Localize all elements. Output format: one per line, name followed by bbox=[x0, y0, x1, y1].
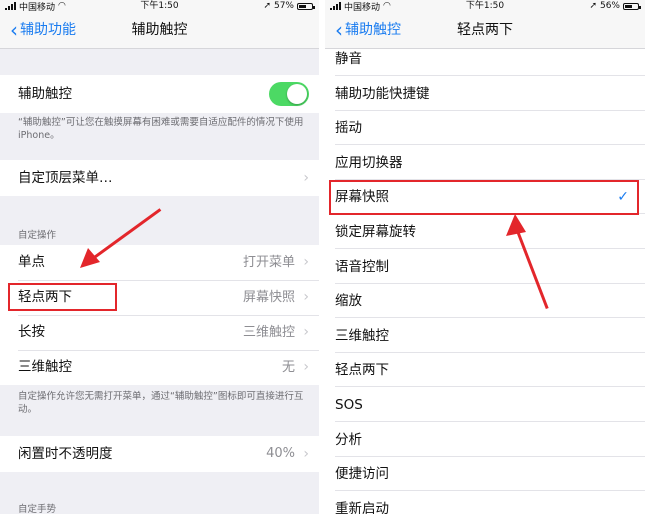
option-label: 轻点两下 bbox=[335, 362, 389, 379]
option-label: 辅助功能快捷键 bbox=[335, 85, 430, 102]
chevron-right-icon: › bbox=[303, 289, 309, 305]
option-row[interactable]: 辅助功能快捷键 bbox=[325, 77, 645, 111]
action-label: 长按 bbox=[18, 324, 45, 340]
option-label: 便捷访问 bbox=[335, 466, 389, 483]
option-label: 缩放 bbox=[335, 293, 362, 310]
option-label: 静音 bbox=[335, 51, 362, 67]
option-row[interactable]: 静音 bbox=[325, 42, 645, 76]
action-value: 屏幕快照 bbox=[242, 290, 295, 305]
left-screen: 中国移动 ◠ 下午1:50 ➚ 57% ‹ 辅助功能 辅助触控 辅助触控 “辅助… bbox=[0, 0, 319, 514]
custom-actions-header: 自定操作 bbox=[18, 230, 57, 241]
option-row[interactable]: 应用切换器 bbox=[325, 146, 645, 180]
action-row-long-press[interactable]: 长按 三维触控 › bbox=[0, 315, 319, 350]
location-icon: ➚ bbox=[263, 1, 271, 11]
custom-top-menu-row[interactable]: 自定顶层菜单… › bbox=[0, 160, 319, 196]
battery-percent: 56% bbox=[599, 1, 620, 11]
option-label: 锁定屏幕旋转 bbox=[335, 224, 416, 240]
option-row[interactable]: 缩放 bbox=[325, 284, 645, 319]
chevron-right-icon: › bbox=[303, 359, 309, 375]
action-row-single-tap[interactable]: 单点 打开菜单 › bbox=[0, 245, 319, 280]
assistive-touch-row: 辅助触控 bbox=[0, 75, 319, 113]
highlight-box bbox=[329, 180, 639, 215]
option-label: 重新启动 bbox=[335, 500, 389, 514]
right-screen: 中国移动 ◠ 下午1:50 ➚ 56% ‹ 辅助触控 轻点两下 静音 辅助功能快捷… bbox=[325, 0, 645, 514]
chevron-right-icon: › bbox=[303, 324, 309, 340]
battery-icon bbox=[297, 2, 315, 10]
action-row-3d-touch[interactable]: 三维触控 无 › bbox=[0, 350, 319, 385]
assistive-touch-footer: “辅助触控”可让您在触摸屏幕有困难或需要自适应配件的情况下使用 iPhone。 bbox=[18, 117, 304, 141]
option-label: 三维触控 bbox=[335, 327, 389, 344]
custom-top-menu-label: 自定顶层菜单… bbox=[18, 170, 113, 186]
option-row[interactable]: 轻点两下 bbox=[325, 353, 645, 388]
assistive-touch-label: 辅助触控 bbox=[18, 86, 72, 102]
option-row[interactable]: 便捷访问 bbox=[325, 457, 645, 492]
option-row[interactable]: SOS bbox=[325, 388, 645, 422]
page-title: 辅助触控 bbox=[131, 22, 188, 38]
actions-footer: 自定操作允许您无需打开菜单，通过“辅助触控”图标即可直接进行互动。 bbox=[18, 391, 304, 415]
annotation-arrow-head bbox=[506, 214, 526, 236]
idle-opacity-row[interactable]: 闲置时不透明度 40% › bbox=[0, 436, 319, 472]
option-row[interactable]: 摇动 bbox=[325, 111, 645, 146]
battery-icon bbox=[623, 2, 641, 10]
option-label: 分析 bbox=[335, 431, 362, 448]
custom-gestures-header: 自定手势 bbox=[18, 504, 57, 514]
option-label: SOS bbox=[335, 397, 363, 413]
navigation-bar: ‹ 辅助功能 辅助触控 bbox=[0, 12, 319, 49]
assistive-touch-toggle[interactable] bbox=[269, 82, 309, 106]
option-label: 应用切换器 bbox=[335, 154, 403, 171]
idle-opacity-value: 40% bbox=[266, 446, 295, 461]
location-icon: ➚ bbox=[589, 1, 597, 11]
annotation-arrow-head bbox=[80, 248, 100, 268]
action-value: 打开菜单 bbox=[242, 255, 295, 270]
action-value: 三维触控 bbox=[242, 325, 295, 340]
action-value: 无 bbox=[281, 360, 295, 375]
chevron-right-icon: › bbox=[303, 446, 309, 462]
toggle-knob bbox=[287, 84, 307, 104]
option-label: 语音控制 bbox=[335, 258, 389, 275]
battery-percent: 57% bbox=[273, 1, 294, 11]
idle-opacity-label: 闲置时不透明度 bbox=[18, 446, 113, 462]
option-label: 摇动 bbox=[335, 120, 362, 137]
chevron-right-icon: › bbox=[303, 254, 309, 270]
status-bar: 中国移动 ◠ 下午1:50 ➚ 57% bbox=[0, 0, 319, 13]
action-label: 单点 bbox=[18, 254, 45, 270]
chevron-right-icon: › bbox=[303, 170, 309, 186]
highlight-box bbox=[8, 283, 117, 311]
status-bar: 中国移动 ◠ 下午1:50 ➚ 56% bbox=[325, 0, 645, 13]
option-row[interactable]: 三维触控 bbox=[325, 319, 645, 353]
option-row[interactable]: 锁定屏幕旋转 bbox=[325, 215, 645, 249]
option-row[interactable]: 语音控制 bbox=[325, 250, 645, 284]
option-row[interactable]: 重新启动 bbox=[325, 492, 645, 514]
action-label: 三维触控 bbox=[18, 359, 72, 375]
actions-group: 单点 打开菜单 › 轻点两下 屏幕快照 › 长按 三维触控 › 三维触控 无 › bbox=[0, 245, 319, 385]
option-row[interactable]: 分析 bbox=[325, 423, 645, 457]
